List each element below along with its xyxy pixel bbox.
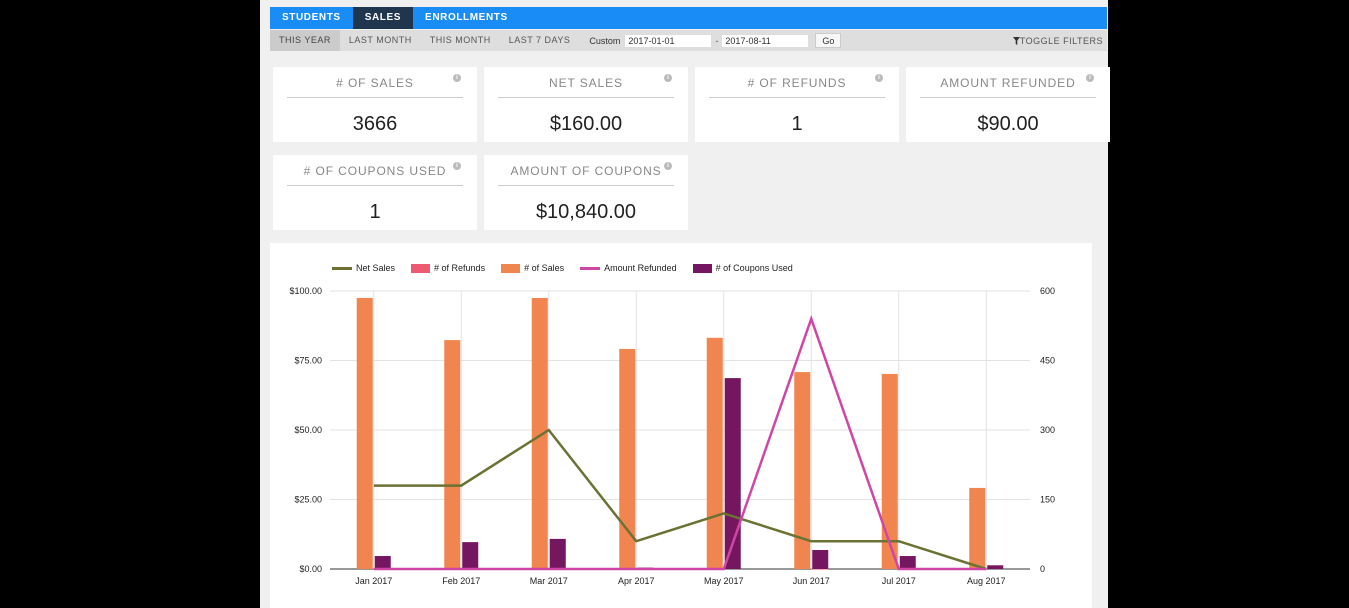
right-axis-tick: 450 (1040, 356, 1055, 366)
category-label: Apr 2017 (618, 576, 655, 586)
card-title: # OF REFUNDS (709, 75, 885, 98)
category-label: Jul 2017 (882, 576, 916, 586)
date-separator: - (715, 35, 719, 46)
right-axis-tick: 0 (1040, 564, 1045, 574)
category-label: Feb 2017 (442, 576, 480, 586)
period-this-year[interactable]: THIS YEAR (270, 30, 340, 51)
card-value: 3666 (352, 113, 398, 135)
stat-card-coupons-used: # OF COUPONS USED i 1 (273, 155, 477, 230)
info-icon[interactable]: i (664, 162, 672, 170)
toggle-filters-label: TOGGLE FILTERS (1019, 35, 1103, 46)
card-title: # OF SALES (287, 75, 463, 98)
card-value: $160.00 (549, 113, 623, 135)
dashboard-page: STUDENTS SALES ENROLLMENTS THIS YEAR LAS… (260, 0, 1110, 608)
bar-of-coupons-used (549, 538, 566, 569)
stat-card-refunds-count: # OF REFUNDS i 1 (695, 67, 899, 142)
card-value: $10,840.00 (535, 201, 637, 223)
stat-card-sales-count: # OF SALES i 3666 (273, 67, 477, 142)
info-icon[interactable]: i (1086, 74, 1094, 82)
period-this-month[interactable]: THIS MONTH (421, 30, 500, 51)
period-last-7-days[interactable]: LAST 7 DAYS (500, 30, 580, 51)
bar-of-coupons-used (462, 542, 479, 569)
left-axis-tick: $25.00 (294, 495, 322, 505)
category-label: Aug 2017 (967, 576, 1006, 586)
card-value: $90.00 (977, 113, 1039, 135)
category-label: Jan 2017 (355, 576, 392, 586)
bar-of-coupons-used (987, 565, 1004, 569)
go-button[interactable]: Go (815, 33, 842, 48)
date-filter-bar: THIS YEAR LAST MONTH THIS MONTH LAST 7 D… (270, 30, 1107, 51)
card-title: # OF COUPONS USED (287, 163, 463, 186)
bar-of-coupons-used (899, 556, 916, 569)
stat-card-amount-refunded: AMOUNT REFUNDED i $90.00 (906, 67, 1110, 142)
right-axis-tick: 300 (1040, 425, 1055, 435)
info-icon[interactable]: i (664, 74, 672, 82)
toggle-filters-button[interactable]: TOGGLE FILTERS (1012, 35, 1103, 46)
bar-of-sales (444, 340, 461, 569)
bar-of-sales (356, 297, 373, 569)
bar-of-sales (706, 337, 723, 569)
card-value: 1 (369, 201, 381, 223)
right-axis-tick: 600 (1040, 286, 1055, 296)
left-axis-tick: $100.00 (289, 286, 322, 296)
stat-card-amount-of-coupons: AMOUNT OF COUPONS i $10,840.00 (484, 155, 688, 230)
bar-of-coupons-used (812, 550, 829, 569)
category-label: Mar 2017 (530, 576, 568, 586)
card-title: AMOUNT OF COUPONS (498, 163, 674, 186)
card-title: AMOUNT REFUNDED (920, 75, 1096, 98)
tab-enrollments[interactable]: ENROLLMENTS (413, 7, 520, 29)
top-nav: STUDENTS SALES ENROLLMENTS (270, 7, 1107, 29)
bar-of-coupons-used (374, 556, 391, 569)
left-axis-tick: $0.00 (299, 564, 322, 574)
custom-range-label: Custom (589, 35, 621, 46)
period-last-month[interactable]: LAST MONTH (340, 30, 421, 51)
info-icon[interactable]: i (453, 74, 461, 82)
tab-students[interactable]: STUDENTS (270, 7, 353, 29)
category-label: Jun 2017 (793, 576, 830, 586)
stat-card-net-sales: NET SALES i $160.00 (484, 67, 688, 142)
tab-sales[interactable]: SALES (352, 7, 414, 29)
info-icon[interactable]: i (453, 162, 461, 170)
left-axis-tick: $75.00 (294, 356, 322, 366)
filter-icon (1012, 36, 1020, 45)
card-title: NET SALES (498, 75, 674, 98)
sales-chart: $0.00 0 $25.00 150 $50.00 300 $75.00 450 $100.00… (289, 286, 1055, 586)
end-date-input[interactable] (721, 33, 810, 48)
sales-chart-panel: Net Sales # of Refunds # of Sales Amount… (270, 243, 1092, 608)
right-axis-tick: 150 (1040, 495, 1055, 505)
category-label: May 2017 (704, 576, 744, 586)
start-date-input[interactable] (624, 33, 713, 48)
card-value: 1 (791, 113, 803, 135)
left-axis-tick: $50.00 (294, 425, 322, 435)
info-icon[interactable]: i (875, 74, 883, 82)
bar-of-sales (969, 487, 986, 569)
